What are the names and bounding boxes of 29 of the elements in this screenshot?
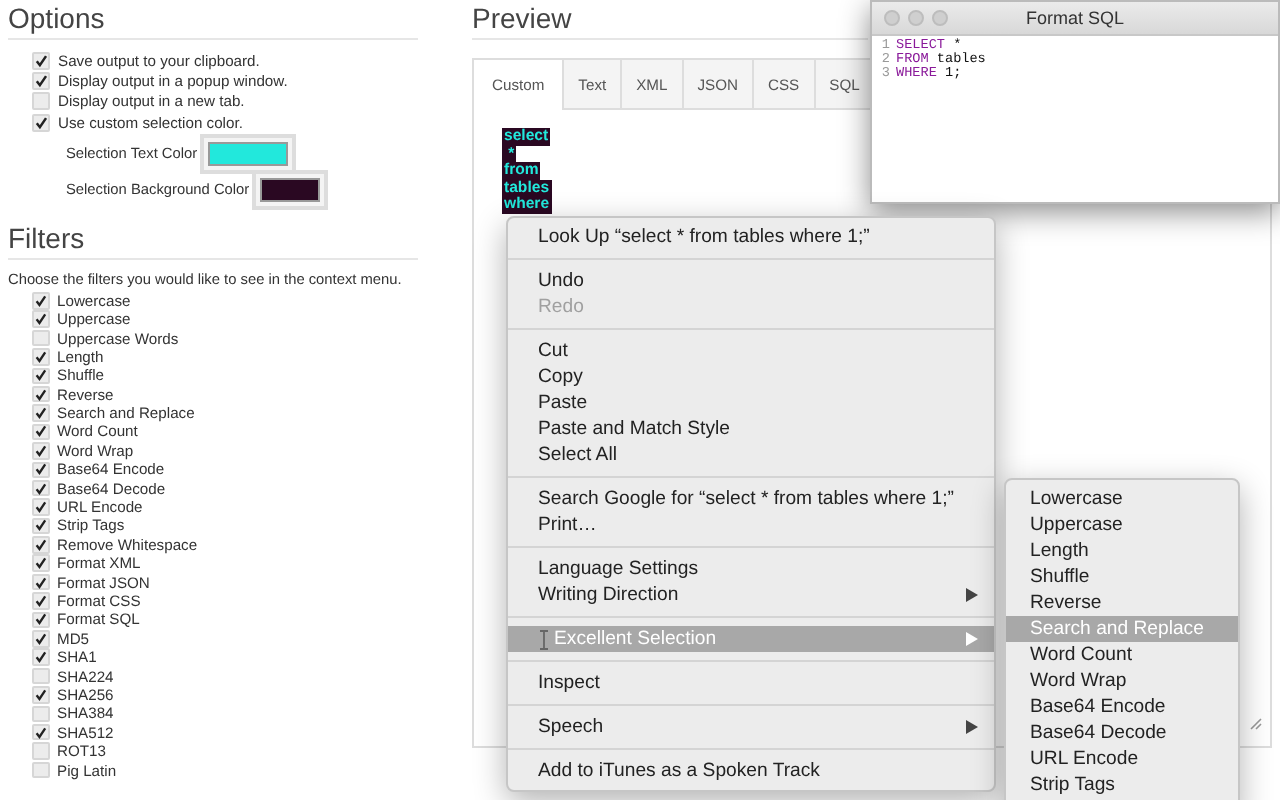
menu-item[interactable]: Writing Direction	[508, 582, 994, 608]
menu-item[interactable]: Speech	[508, 714, 994, 740]
menu-item[interactable]: Base64 Decode	[1006, 720, 1238, 746]
menu-item[interactable]: Copy	[508, 364, 994, 390]
menu-item[interactable]: URL Encode	[1006, 746, 1238, 772]
menu-item[interactable]: Strip Tags	[1006, 772, 1238, 798]
menu-item[interactable]: Length	[1006, 538, 1238, 564]
menu-item[interactable]: Search Google for “select * from tables where 1;”	[508, 486, 994, 512]
menu-item[interactable]: Shuffle	[1006, 564, 1238, 590]
menu-item[interactable]: Cut	[508, 338, 994, 364]
menu-item[interactable]: Look Up “select * from tables where 1;”	[508, 224, 994, 250]
section-heading: Options	[8, 2, 105, 34]
window-title: Format SQL	[1025, 8, 1124, 28]
menu-item[interactable]: Print…	[508, 512, 994, 538]
section-heading: Filters	[8, 221, 85, 254]
menu-item[interactable]: Reverse	[1006, 590, 1238, 616]
menu-item[interactable]: Uppercase	[1006, 512, 1238, 538]
menu-item[interactable]: Language Settings	[508, 556, 994, 582]
menu-item[interactable]: Select All	[508, 442, 994, 468]
menu-item[interactable]: Add to iTunes as a Spoken Track	[508, 758, 994, 784]
menu-item[interactable]: Paste	[508, 390, 994, 416]
menu-item[interactable]: Paste and Match Style	[508, 416, 994, 442]
menu-item[interactable]: Word Wrap	[1006, 668, 1238, 694]
menu-item[interactable]: Undo	[508, 268, 994, 294]
menu-item[interactable]: Inspect	[508, 670, 994, 696]
menu-item[interactable]: Lowercase	[1006, 486, 1238, 512]
section-heading: Preview	[472, 2, 572, 34]
menu-item[interactable]: Word Count	[1006, 642, 1238, 668]
menu-item[interactable]: Base64 Encode	[1006, 694, 1238, 720]
